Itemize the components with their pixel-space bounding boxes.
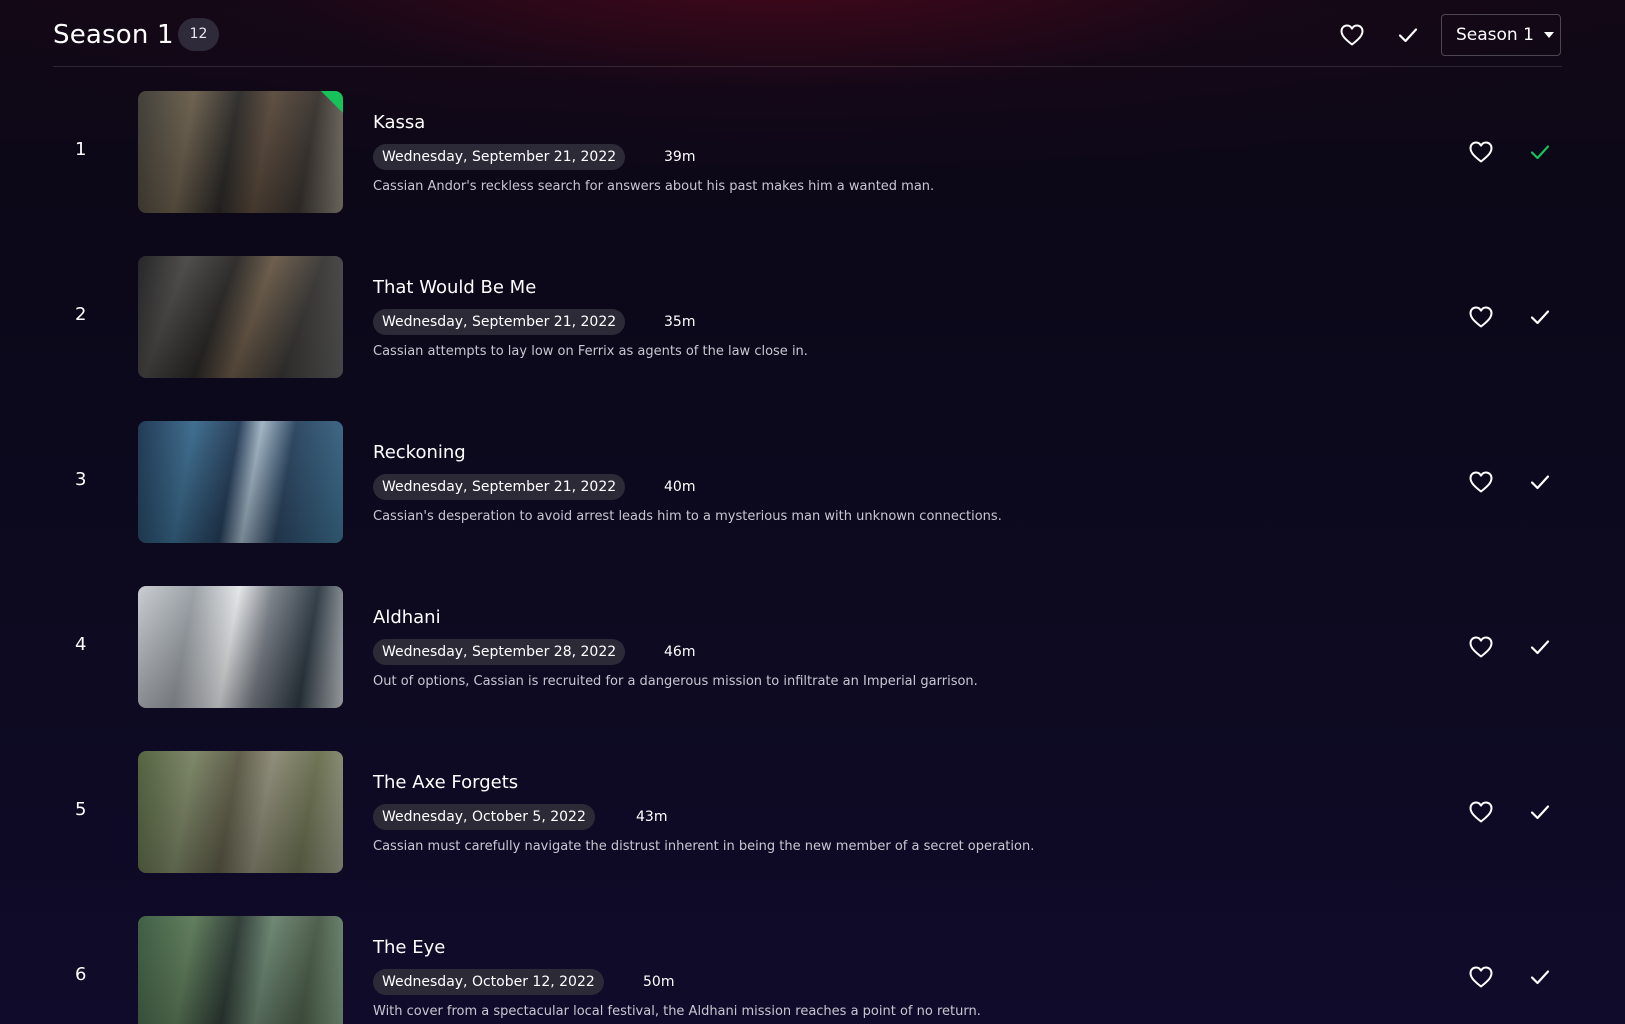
episode-description: Cassian Andor's reckless search for answ… [373, 179, 935, 194]
episode-title: Aldhani [373, 607, 441, 628]
episode-description: Cassian's desperation to avoid arrest le… [373, 509, 1002, 524]
episode-number: 1 [75, 139, 87, 160]
favorite-episode-button[interactable] [1466, 797, 1496, 827]
episode-description: With cover from a spectacular local fest… [373, 1004, 981, 1019]
mark-season-watched-button[interactable] [1393, 20, 1423, 50]
check-icon [1530, 969, 1550, 985]
season-episodes-page: Season 1 12 Season 1 1 Kassa Wednesday, … [0, 0, 1625, 1024]
episode-air-date: Wednesday, September 28, 2022 [373, 639, 626, 665]
thumbnail-shade [138, 256, 343, 378]
episode-thumbnail[interactable] [138, 91, 343, 213]
heart-outline-icon [1469, 966, 1493, 988]
episode-title: The Eye [373, 937, 446, 958]
favorite-episode-button[interactable] [1466, 302, 1496, 332]
episode-air-date: Wednesday, October 5, 2022 [373, 804, 595, 830]
episode-title: Kassa [373, 112, 426, 133]
caret-down-icon [1543, 32, 1554, 38]
episode-thumbnail[interactable] [138, 421, 343, 543]
episode-row[interactable]: 6 The Eye Wednesday, October 12, 2022 50… [53, 916, 1562, 1024]
episode-thumbnail[interactable] [138, 586, 343, 708]
episode-runtime: 50m [643, 974, 675, 990]
mark-watched-button[interactable] [1525, 632, 1555, 662]
episode-row[interactable]: 2 That Would Be Me Wednesday, September … [53, 256, 1562, 378]
episode-title: That Would Be Me [373, 277, 537, 298]
watched-corner-indicator [321, 91, 343, 113]
episode-title: Reckoning [373, 442, 466, 463]
episode-row[interactable]: 1 Kassa Wednesday, September 21, 2022 39… [53, 91, 1562, 213]
check-icon [1530, 309, 1550, 325]
episode-runtime: 35m [664, 314, 696, 330]
mark-watched-button[interactable] [1525, 467, 1555, 497]
season-title: Season 1 [53, 20, 174, 50]
episode-runtime: 43m [636, 809, 668, 825]
episode-number: 2 [75, 304, 87, 325]
thumbnail-shade [138, 91, 343, 213]
episode-count-badge: 12 [178, 18, 219, 51]
episode-title: The Axe Forgets [373, 772, 519, 793]
heart-outline-icon [1469, 801, 1493, 823]
episode-runtime: 46m [664, 644, 696, 660]
episode-air-date: Wednesday, September 21, 2022 [373, 474, 626, 500]
episode-description: Cassian attempts to lay low on Ferrix as… [373, 344, 808, 359]
thumbnail-shade [138, 586, 343, 708]
episode-thumbnail[interactable] [138, 256, 343, 378]
episode-row[interactable]: 3 Reckoning Wednesday, September 21, 202… [53, 421, 1562, 543]
check-icon [1530, 804, 1550, 820]
episode-number: 6 [75, 964, 87, 985]
episode-runtime: 40m [664, 479, 696, 495]
episode-number: 5 [75, 799, 87, 820]
episode-description: Out of options, Cassian is recruited for… [373, 674, 978, 689]
mark-watched-button[interactable] [1525, 137, 1555, 167]
episode-description: Cassian must carefully navigate the dist… [373, 839, 1035, 854]
mark-watched-button[interactable] [1525, 797, 1555, 827]
episode-thumbnail[interactable] [138, 916, 343, 1024]
episode-air-date: Wednesday, September 21, 2022 [373, 144, 626, 170]
heart-outline-icon [1469, 636, 1493, 658]
thumbnail-shade [138, 916, 343, 1024]
favorite-episode-button[interactable] [1466, 137, 1496, 167]
episode-row[interactable]: 5 The Axe Forgets Wednesday, October 5, … [53, 751, 1562, 873]
favorite-episode-button[interactable] [1466, 467, 1496, 497]
heart-outline-icon [1469, 306, 1493, 328]
season-select-value: Season 1 [1456, 25, 1534, 45]
favorite-episode-button[interactable] [1466, 962, 1496, 992]
episode-thumbnail[interactable] [138, 751, 343, 873]
mark-watched-button[interactable] [1525, 962, 1555, 992]
check-icon [1530, 639, 1550, 655]
heart-outline-icon [1469, 471, 1493, 493]
favorite-season-button[interactable] [1337, 20, 1367, 50]
heart-outline-icon [1469, 141, 1493, 163]
episode-number: 3 [75, 469, 87, 490]
thumbnail-shade [138, 421, 343, 543]
check-icon [1398, 27, 1418, 43]
episode-runtime: 39m [664, 149, 696, 165]
episode-number: 4 [75, 634, 87, 655]
check-icon [1530, 144, 1550, 160]
heart-outline-icon [1340, 24, 1364, 46]
favorite-episode-button[interactable] [1466, 632, 1496, 662]
episode-air-date: Wednesday, October 12, 2022 [373, 969, 604, 995]
season-select-dropdown[interactable]: Season 1 [1441, 14, 1561, 56]
season-header: Season 1 12 Season 1 [53, 0, 1562, 67]
mark-watched-button[interactable] [1525, 302, 1555, 332]
episode-air-date: Wednesday, September 21, 2022 [373, 309, 626, 335]
check-icon [1530, 474, 1550, 490]
episode-row[interactable]: 4 Aldhani Wednesday, September 28, 2022 … [53, 586, 1562, 708]
thumbnail-shade [138, 751, 343, 873]
